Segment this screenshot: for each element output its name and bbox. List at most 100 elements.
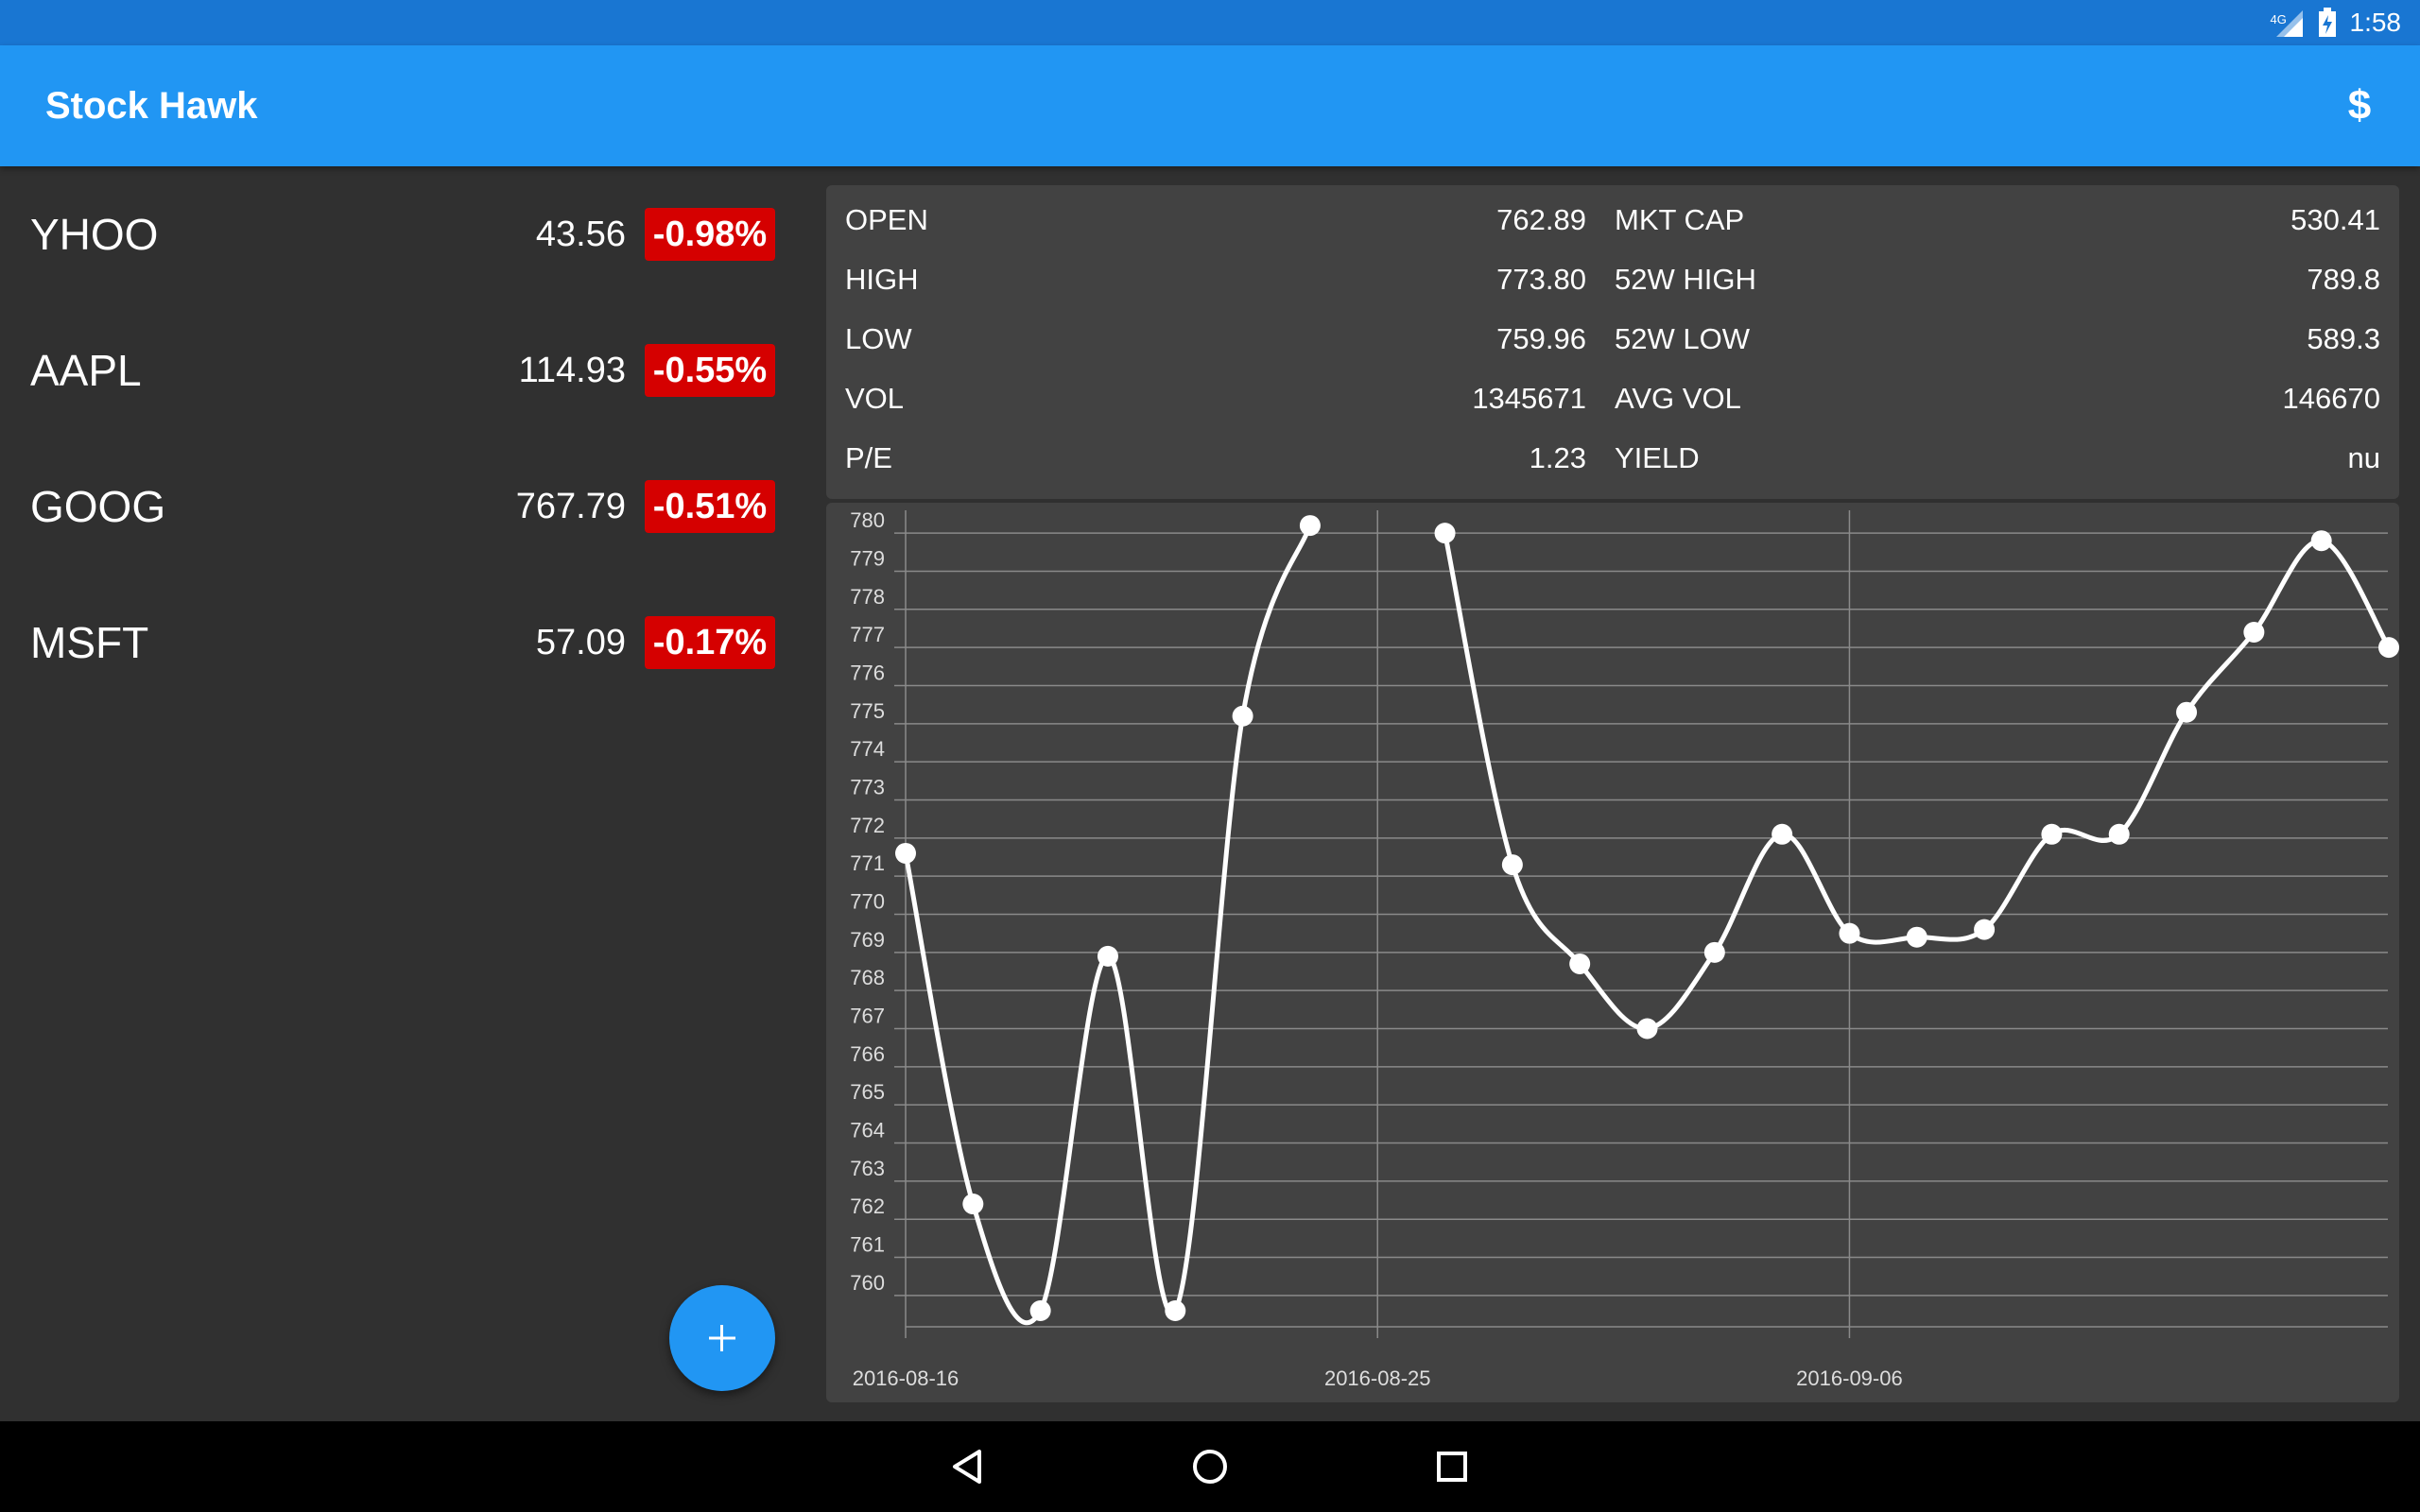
stock-symbol: MSFT [30,618,149,667]
y-tick-label: 764 [850,1119,885,1143]
detail-label: MKT CAP [1615,203,1745,236]
price-data-point [2041,823,2063,845]
detail-label: P/E [845,441,892,474]
status-bar: 4G 1:58 [0,0,2420,45]
stock-price: 767.79 [515,487,626,526]
price-data-point [1299,515,1321,537]
detail-label: YIELD [1615,441,1700,474]
detail-value: 789.8 [2307,263,2380,296]
stock-details-card: OPEN 762.89 HIGH 773.80 LOW 759.96 VOL 1… [826,185,2399,499]
y-tick-label: 769 [850,928,885,952]
stock-row-aapl[interactable]: AAPL 114.93 -0.55% [0,302,804,438]
detail-label: VOL [845,382,905,415]
detail-yield: YIELD nu [1615,428,2380,488]
detail-label: 52W HIGH [1615,263,1756,296]
app-bar: Stock Hawk $ [0,45,2420,166]
price-data-point [962,1194,984,1215]
x-tick-label: 2016-08-25 [1324,1366,1431,1390]
y-tick-label: 766 [850,1042,885,1066]
y-tick-label: 780 [850,508,885,532]
price-line-chart[interactable]: 760 761 762 763 764 765 766 767 768 769 770 771 772 7… [826,503,2399,1402]
price-data-point [2378,637,2399,659]
detail-vol: VOL 1345671 [845,369,1586,428]
add-stock-button[interactable] [669,1285,775,1391]
y-tick-label: 778 [850,585,885,609]
y-tick-label: 774 [850,737,885,761]
y-tick-label: 767 [850,1005,885,1028]
price-data-point [1501,854,1523,876]
detail-high: HIGH 773.80 [845,249,1586,309]
nav-recents-button[interactable] [1418,1433,1486,1501]
stock-change-badge[interactable]: -0.55% [645,344,775,397]
stock-symbol: AAPL [30,346,142,395]
y-tick-label: 763 [850,1157,885,1180]
detail-value: 762.89 [1496,203,1586,236]
price-data-point [895,842,916,864]
price-chart-card[interactable]: 760 761 762 763 764 765 766 767 768 769 770 771 772 7… [826,503,2399,1402]
status-icons: 4G 1:58 [2270,0,2402,45]
price-data-point [1097,945,1118,967]
y-tick-label: 775 [850,699,885,723]
price-data-point [2108,823,2130,845]
stock-symbol: YHOO [30,210,159,259]
x-tick-label: 2016-09-06 [1796,1366,1903,1390]
detail-label: OPEN [845,203,928,236]
y-tick-label: 762 [850,1194,885,1218]
detail-52w-high: 52W HIGH 789.8 [1615,249,2380,309]
detail-avg-vol: AVG VOL 146670 [1615,369,2380,428]
y-tick-label: 768 [850,966,885,989]
detail-open: OPEN 762.89 [845,190,1586,249]
currency-toggle-button[interactable]: $ [2329,76,2390,136]
nav-home-button[interactable] [1176,1433,1244,1501]
price-series-line [1443,532,2392,1032]
detail-value: nu [2347,441,2380,474]
price-data-point [1772,823,1793,845]
price-data-point [2243,622,2265,644]
price-data-point [2176,701,2198,723]
detail-pe: P/E 1.23 [845,428,1586,488]
y-tick-label: 765 [850,1080,885,1104]
plus-icon [709,1325,735,1351]
stock-change-badge[interactable]: -0.51% [645,480,775,533]
stock-change-badge[interactable]: -0.98% [645,208,775,261]
price-data-point [2310,530,2332,552]
detail-value: 1.23 [1529,441,1586,474]
x-tick-label: 2016-08-16 [853,1366,959,1390]
price-data-point [1906,926,1927,948]
detail-low: LOW 759.96 [845,309,1586,369]
y-tick-label: 772 [850,814,885,837]
price-data-point [1636,1018,1658,1040]
stock-row-yhoo[interactable]: YHOO 43.56 -0.98% [0,166,804,302]
detail-label: AVG VOL [1615,382,1741,415]
detail-label: LOW [845,322,912,355]
y-tick-label: 760 [850,1271,885,1295]
stock-change-badge[interactable]: -0.17% [645,616,775,669]
y-tick-label: 773 [850,775,885,799]
y-tick-label: 770 [850,890,885,914]
price-data-point [1569,953,1591,974]
stock-price: 43.56 [535,215,626,254]
detail-value: 146670 [2282,382,2380,415]
recents-icon [1437,1452,1467,1482]
price-data-point [1434,523,1456,544]
detail-label: HIGH [845,263,919,296]
stock-price: 114.93 [518,351,626,390]
detail-value: 759.96 [1496,322,1586,355]
network-type-label: 4G [2270,12,2287,26]
stock-price: 57.09 [535,623,626,662]
detail-value: 773.80 [1496,263,1586,296]
price-data-point [1703,941,1725,963]
stock-row-goog[interactable]: GOOG 767.79 -0.51% [0,438,804,575]
detail-value: 530.41 [2290,203,2380,236]
stock-symbol: GOOG [30,482,166,531]
price-data-point [1839,922,1860,944]
nav-back-button[interactable] [934,1433,1002,1501]
stock-list: YHOO 43.56 -0.98% AAPL 114.93 -0.55% GOO… [0,166,804,1421]
clock: 1:58 [2349,8,2402,37]
detail-52w-low: 52W LOW 589.3 [1615,309,2380,369]
detail-label: 52W LOW [1615,322,1750,355]
y-tick-label: 771 [850,851,885,875]
price-data-point [1232,705,1253,727]
stock-row-msft[interactable]: MSFT 57.09 -0.17% [0,575,804,711]
price-data-point [1165,1300,1186,1321]
